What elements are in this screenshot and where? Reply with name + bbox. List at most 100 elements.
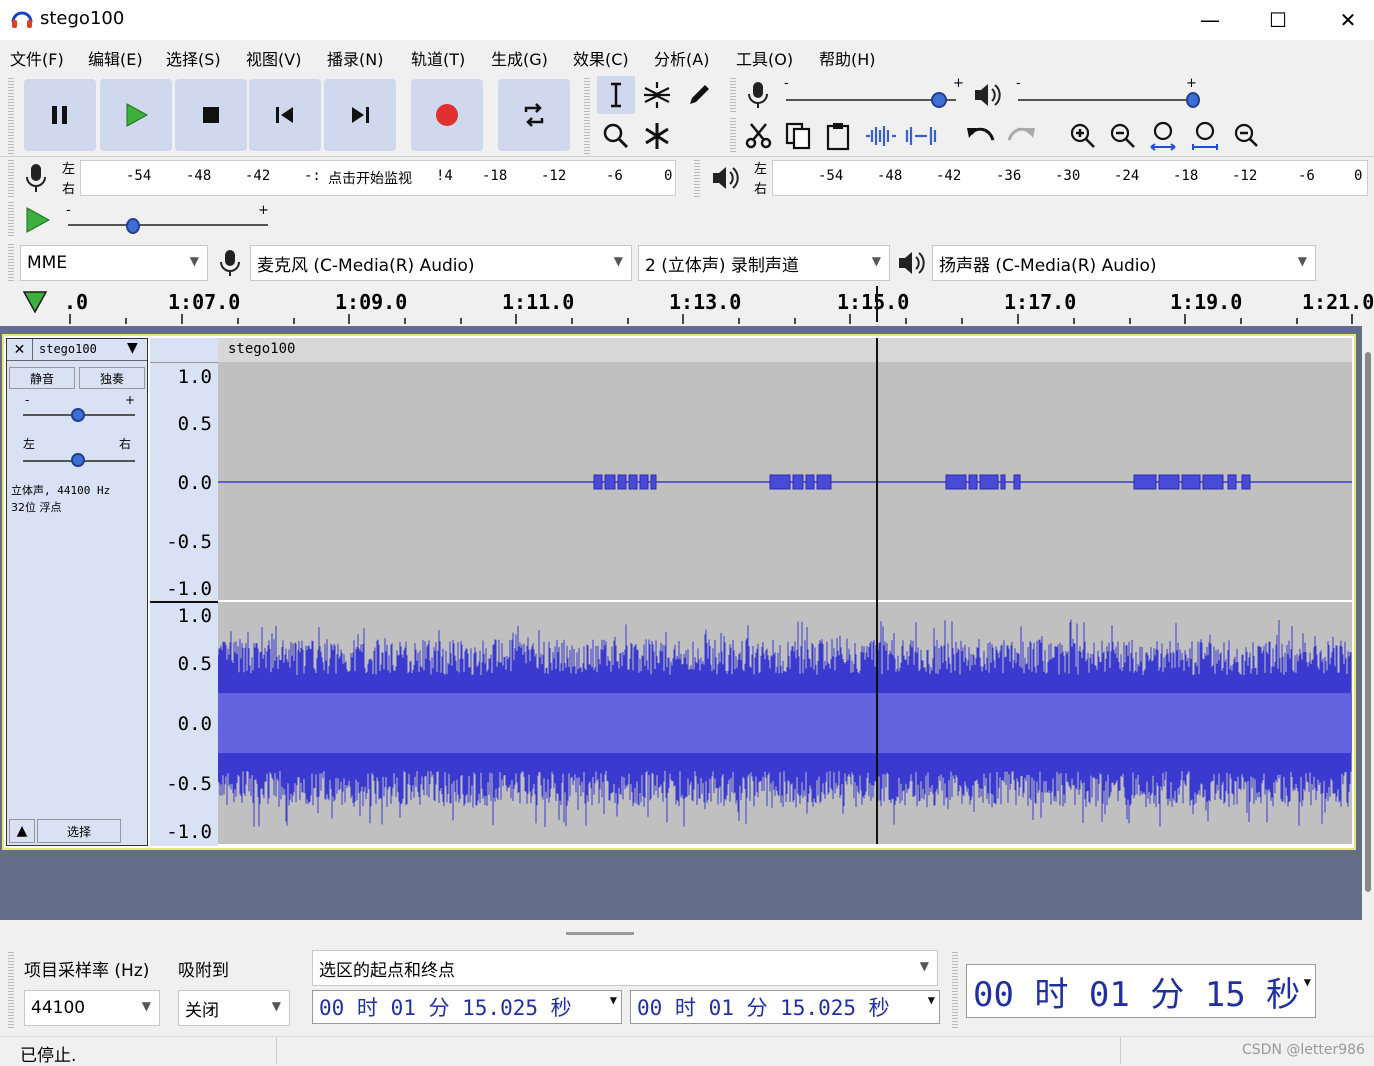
edit-grip[interactable]: [730, 118, 736, 154]
play-meter-speaker-icon[interactable]: [710, 162, 744, 194]
rec-volume-thumb[interactable]: [931, 92, 947, 108]
menu-view[interactable]: 视图(V): [246, 46, 301, 70]
rec-meter-mic-icon[interactable]: [24, 162, 48, 194]
speed-grip[interactable]: [8, 202, 14, 238]
zoom-out-button[interactable]: [1104, 117, 1142, 155]
resize-handle[interactable]: [566, 932, 634, 935]
play-tick: -24: [1114, 168, 1140, 184]
track-menu-button[interactable]: stego100 ▼: [33, 339, 147, 361]
minimize-button[interactable]: —: [1176, 0, 1244, 40]
menu-analyze[interactable]: 分析(A): [654, 46, 709, 70]
vertical-scroll-thumb[interactable]: [1365, 352, 1371, 892]
play-volume-slider[interactable]: [1018, 99, 1194, 101]
selection-end-time[interactable]: 00 时 01 分 15.025 秒 ▼: [630, 990, 940, 1024]
timeline-options-button[interactable]: [18, 286, 56, 322]
toolbar-grip[interactable]: [8, 78, 14, 154]
fit-selection-button[interactable]: [1144, 117, 1182, 155]
playhead-marker[interactable]: [876, 286, 878, 322]
play-volume-thumb[interactable]: [1186, 92, 1200, 108]
zoom-selection-icon: [1150, 121, 1176, 151]
magnifier-icon: [603, 123, 629, 149]
rec-meter-right-label: 右: [62, 182, 76, 197]
i-beam-icon: [611, 82, 621, 108]
undo-button[interactable]: [962, 117, 1000, 155]
menu-select[interactable]: 选择(S): [166, 46, 221, 70]
waveform-left-channel[interactable]: [218, 362, 1352, 600]
menu-tracks[interactable]: 轨道(T): [411, 46, 465, 70]
time-grip[interactable]: [952, 952, 958, 1028]
selection-mode-select[interactable]: 选区的起点和终点 ▼: [312, 950, 938, 986]
pause-button[interactable]: [24, 79, 96, 151]
project-rate-label: 项目采样率 (Hz): [24, 961, 150, 981]
snap-to-select[interactable]: 关闭 ▼: [178, 990, 290, 1026]
redo-button[interactable]: [1002, 117, 1040, 155]
waveform-right-channel[interactable]: [217, 602, 1352, 844]
selection-start-time[interactable]: 00 时 01 分 15.025 秒 ▼: [312, 990, 622, 1024]
rec-meter-monitor-hint[interactable]: 点击开始监视: [328, 168, 412, 188]
selection-tool-button[interactable]: [597, 76, 635, 114]
maximize-button[interactable]: ☐: [1244, 0, 1312, 40]
recording-device-select[interactable]: 麦克风 (C-Media(R) Audio) ▼: [250, 245, 632, 281]
amplitude-scale[interactable]: 1.0 0.5 0.0 -0.5 -1.0 1.0 0.5 0.0 -0.5 -…: [150, 338, 218, 846]
skip-start-button[interactable]: [249, 79, 321, 151]
timeline-ruler[interactable]: .0 1:07.0 1:09.0 1:11.0 1:13.0 1:15.0 1:…: [56, 284, 1374, 324]
zoom-tool-button[interactable]: [597, 117, 635, 155]
skip-end-button[interactable]: [324, 79, 396, 151]
play-meter-grip[interactable]: [694, 160, 700, 198]
play-button[interactable]: [100, 79, 172, 151]
close-button[interactable]: ✕: [1314, 0, 1374, 40]
track-close-button[interactable]: ✕: [7, 339, 33, 361]
multi-tool-button[interactable]: [638, 117, 676, 155]
asterisk-icon: [645, 123, 669, 149]
audio-host-select[interactable]: MME ▼: [20, 245, 208, 281]
selection-mode-value: 选区的起点和终点: [319, 960, 455, 981]
tools-grip[interactable]: [584, 78, 590, 154]
trim-button[interactable]: [862, 117, 900, 155]
mixer-grip[interactable]: [730, 78, 736, 114]
status-bar: 已停止. CSDN @letter986: [0, 1036, 1374, 1066]
menu-edit[interactable]: 编辑(E): [88, 46, 143, 70]
menu-effect[interactable]: 效果(C): [573, 46, 629, 70]
channels-select[interactable]: 2 (立体声) 录制声道 ▼: [638, 245, 890, 281]
paste-button[interactable]: [820, 117, 858, 155]
zoom-in-button[interactable]: [1064, 117, 1102, 155]
clip-header[interactable]: stego100: [218, 338, 1352, 362]
select-track-button[interactable]: 选择: [37, 819, 121, 843]
selection-grip[interactable]: [8, 952, 14, 1028]
ruler-label: 1:09.0: [335, 290, 408, 314]
vertical-scrollbar[interactable]: [1362, 326, 1374, 920]
menu-help[interactable]: 帮助(H): [819, 46, 876, 70]
menu-generate[interactable]: 生成(G): [491, 46, 548, 70]
record-button[interactable]: [411, 79, 483, 151]
audio-position-display[interactable]: 00 时 01 分 15 秒 ▼: [966, 964, 1316, 1018]
menu-tools[interactable]: 工具(O): [736, 46, 793, 70]
menu-transport[interactable]: 播录(N): [327, 46, 383, 70]
cut-button[interactable]: [740, 117, 778, 155]
playback-speed-slider[interactable]: [68, 224, 268, 226]
menu-file[interactable]: 文件(F): [10, 46, 64, 70]
pan-thumb[interactable]: [71, 453, 85, 467]
draw-tool-button[interactable]: [680, 76, 718, 114]
amp-tick: 0.0: [177, 472, 212, 494]
play-at-speed-icon[interactable]: [24, 206, 52, 234]
solo-button[interactable]: 独奏: [79, 367, 145, 389]
project-rate-select[interactable]: 44100 ▼: [24, 990, 160, 1026]
fit-project-button[interactable]: [1186, 117, 1224, 155]
loop-button[interactable]: [498, 79, 570, 151]
playback-speed-thumb[interactable]: [126, 218, 140, 234]
zoom-toggle-button[interactable]: [1226, 117, 1264, 155]
device-grip[interactable]: [8, 244, 14, 282]
envelope-tool-button[interactable]: [638, 76, 676, 114]
mute-button[interactable]: 静音: [9, 367, 75, 389]
silence-button[interactable]: [902, 117, 940, 155]
chevron-down-icon: ▼: [271, 999, 281, 1013]
gain-thumb[interactable]: [71, 408, 85, 422]
status-text: 已停止.: [20, 1046, 77, 1066]
playback-device-select[interactable]: 扬声器 (C-Media(R) Audio) ▼: [932, 245, 1316, 281]
zoom-in-icon: [1070, 123, 1095, 148]
rec-meter-grip[interactable]: [8, 160, 14, 198]
collapse-track-button[interactable]: ▲: [9, 819, 35, 843]
scale-header-divider: [150, 362, 218, 363]
copy-button[interactable]: [780, 117, 818, 155]
stop-button[interactable]: [175, 79, 247, 151]
